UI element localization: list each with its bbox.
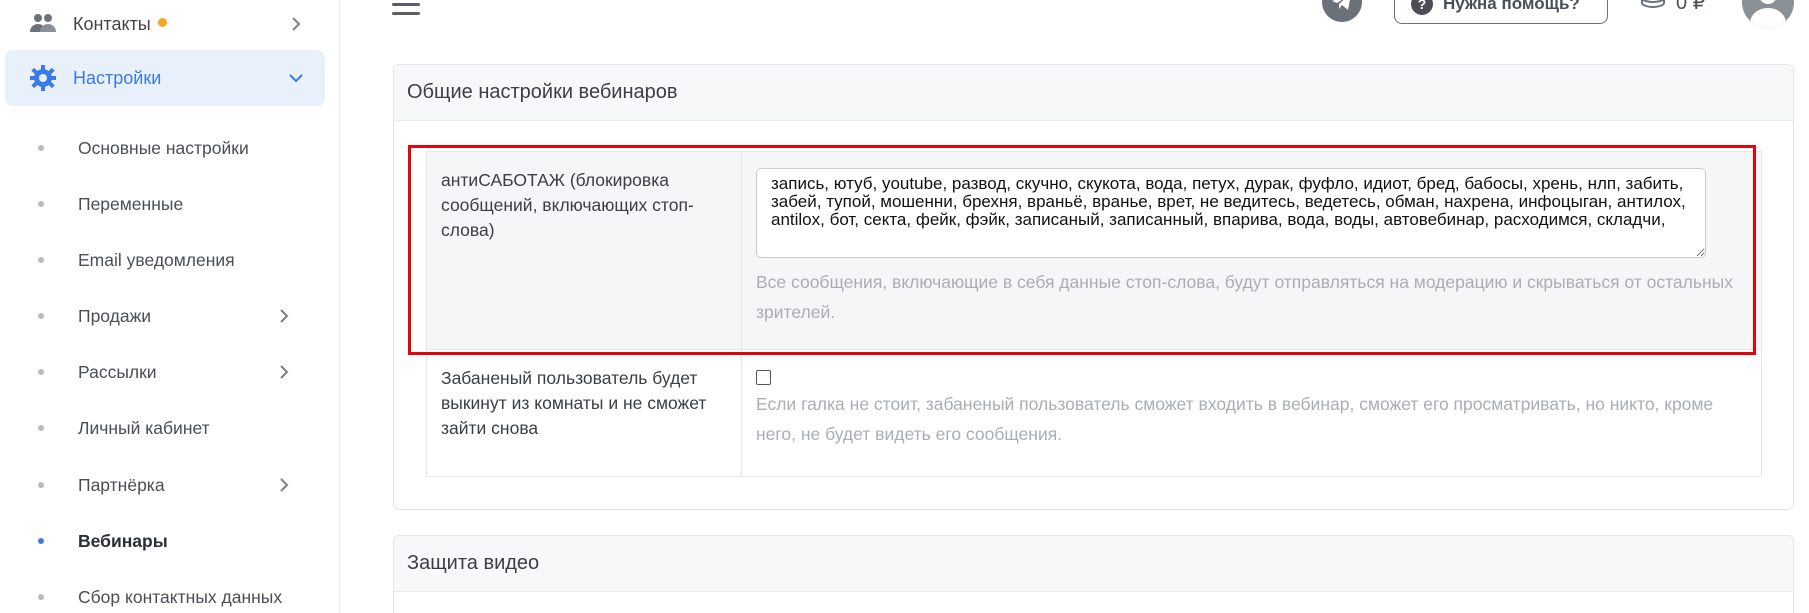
menu-icon[interactable]: [392, 0, 420, 15]
sidebar-subitem-label: Продажи: [78, 305, 152, 326]
card-title: Защита видео: [394, 536, 1793, 592]
sidebar-subitem-mailings[interactable]: Рассылки: [0, 352, 320, 392]
antisabotage-hint: Все сообщения, включающие в себя данные …: [756, 272, 1733, 322]
sidebar-subitem-affiliate[interactable]: Партнёрка: [0, 465, 320, 505]
antisabotage-value-cell: запись, ютуб, youtube, развод, скучно, с…: [742, 152, 1761, 349]
ban-kick-label: Забаненый пользователь будет выкинут из …: [427, 350, 742, 476]
sidebar-item-settings[interactable]: Настройки: [5, 50, 325, 106]
bullet: [38, 257, 44, 263]
sidebar-subitem-variables[interactable]: Переменные: [0, 184, 320, 224]
sidebar-subitem-label: Вебинары: [78, 530, 168, 551]
bullet: [38, 425, 44, 431]
sidebar-subitem-personal-account[interactable]: Личный кабинет: [0, 408, 320, 448]
card-title: Общие настройки вебинаров: [394, 65, 1793, 121]
bullet: [38, 369, 44, 375]
setting-row-ban-kick: Забаненый пользователь будет выкинут из …: [427, 350, 1761, 476]
bullet: [38, 313, 44, 319]
ban-kick-hint: Если галка не стоит, забаненый пользоват…: [756, 394, 1714, 444]
sidebar-subitem-sales[interactable]: Продажи: [0, 296, 320, 336]
chevron-right-icon: [276, 477, 292, 493]
bullet: [38, 201, 44, 207]
help-button[interactable]: ? Нужна помощь?: [1394, 0, 1608, 24]
sidebar: Контакты Настройки Основные настройки Пе…: [0, 0, 340, 613]
chevron-right-icon: [276, 308, 292, 324]
question-icon: ?: [1411, 0, 1433, 15]
avatar[interactable]: [1742, 0, 1794, 28]
sidebar-subitem-webinars[interactable]: Вебинары: [0, 521, 320, 561]
balance[interactable]: 0 ₽: [1638, 0, 1705, 15]
sidebar-subitem-label: Личный кабинет: [78, 417, 210, 438]
chevron-down-icon: [287, 69, 305, 87]
ban-kick-checkbox[interactable]: [756, 370, 771, 385]
sidebar-subitem-label: Сбор контактных данных: [78, 586, 283, 607]
bullet: [38, 145, 44, 151]
telegram-icon[interactable]: [1322, 0, 1362, 22]
bullet: [38, 538, 44, 544]
sidebar-item-label: Настройки: [73, 67, 162, 88]
sidebar-subitem-email-notifications[interactable]: Email уведомления: [0, 240, 320, 280]
setting-row-antisabotage: антиСАБОТАЖ (блокировка сообщений, включ…: [427, 152, 1761, 350]
chevron-right-icon: [287, 15, 305, 33]
bullet: [38, 482, 44, 488]
users-icon: [27, 8, 59, 40]
chevron-right-icon: [276, 364, 292, 380]
balance-value: 0 ₽: [1676, 0, 1706, 14]
sidebar-subitem-label: Основные настройки: [78, 137, 249, 158]
video-protection-card: Защита видео: [393, 535, 1794, 613]
stopwords-textarea[interactable]: запись, ютуб, youtube, развод, скучно, с…: [756, 168, 1706, 258]
notification-dot: [157, 18, 167, 28]
sidebar-subitem-label: Партнёрка: [78, 474, 165, 495]
settings-table: антиСАБОТАЖ (блокировка сообщений, включ…: [426, 151, 1762, 477]
sidebar-subitem-contact-collection[interactable]: Сбор контактных данных: [0, 577, 320, 613]
help-button-label: Нужна помощь?: [1443, 0, 1580, 13]
sidebar-subitem-basic-settings[interactable]: Основные настройки: [0, 128, 320, 168]
antisabotage-label: антиСАБОТАЖ (блокировка сообщений, включ…: [427, 152, 742, 349]
sidebar-subitem-label: Email уведомления: [78, 249, 235, 270]
bullet: [38, 594, 44, 600]
ban-kick-value-cell: Если галка не стоит, забаненый пользоват…: [742, 350, 1761, 476]
sidebar-subitem-label: Переменные: [78, 193, 184, 214]
coins-icon: [1641, 0, 1665, 8]
sidebar-item-label: Контакты: [73, 13, 151, 34]
sidebar-item-contacts[interactable]: Контакты: [5, 0, 325, 52]
sidebar-subitem-label: Рассылки: [78, 361, 157, 382]
gear-icon: [27, 62, 59, 94]
